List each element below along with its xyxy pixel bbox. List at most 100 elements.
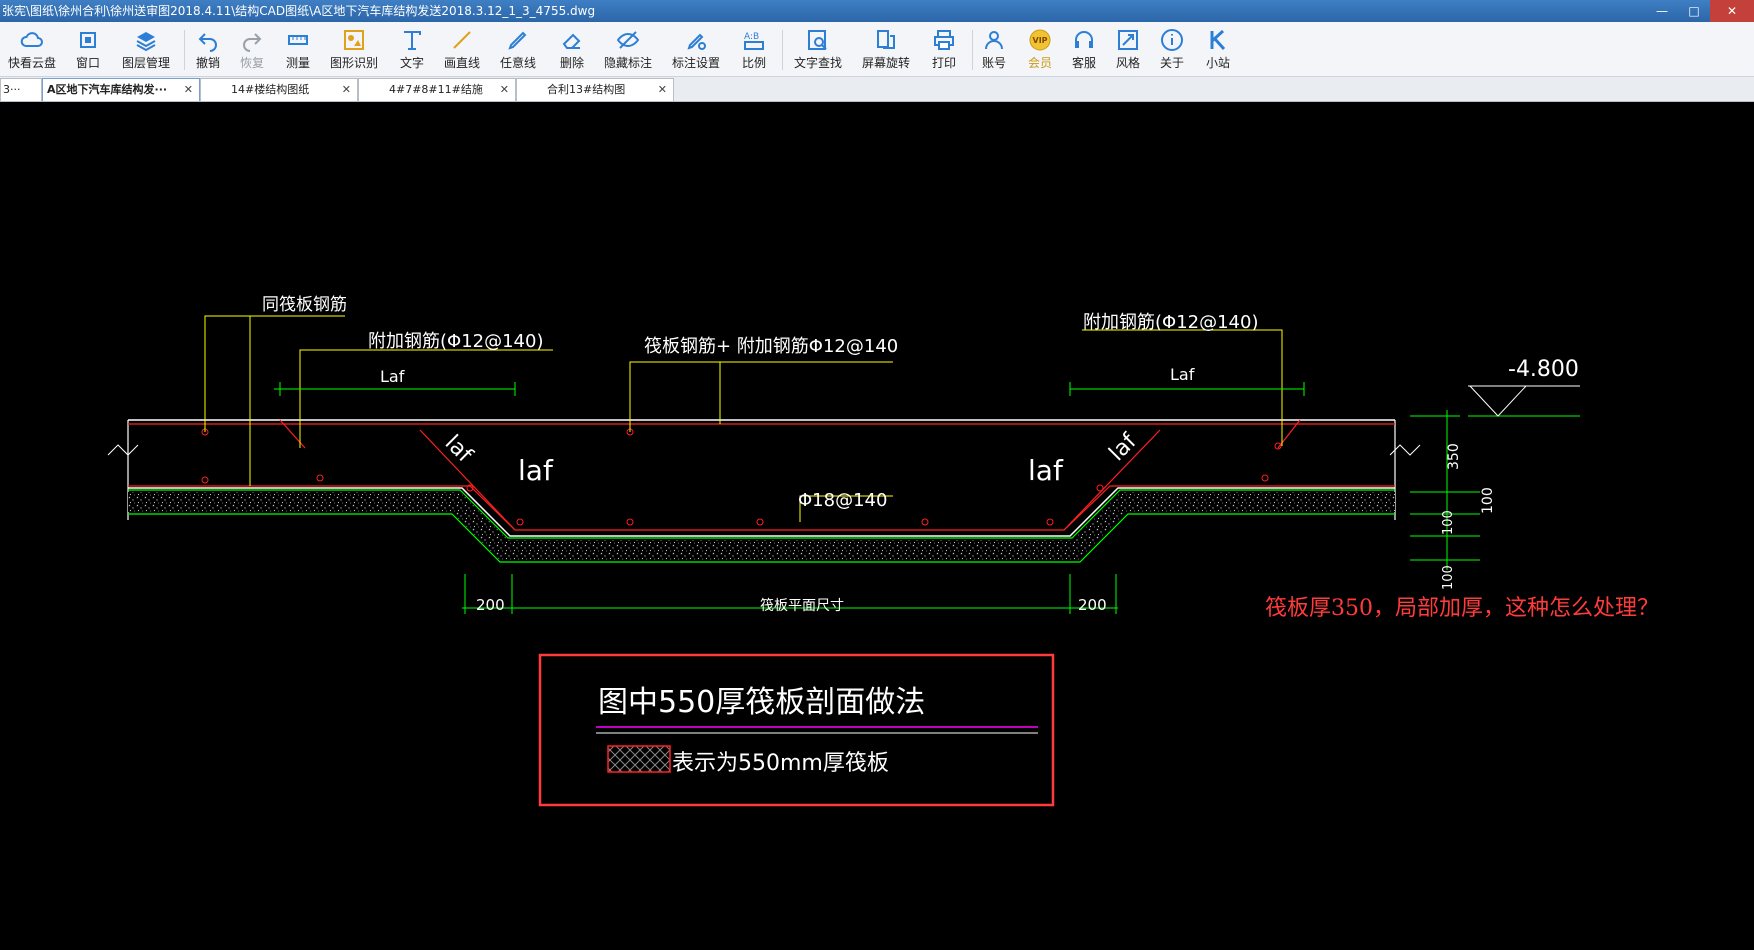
toolbar: 快看云盘 窗口 图层管理 撤销 恢复 测量 图形识别 文字 画直线 任意线 删除	[0, 22, 1754, 77]
dim-350: 350	[1446, 443, 1462, 470]
toolbar-label: 客服	[1071, 56, 1096, 70]
label-additional-rebar-right: 附加钢筋(Φ12@140)	[1083, 312, 1258, 333]
document-tab-active[interactable]: A区地下汽车库结构发··· ✕	[42, 78, 200, 101]
toolbar-label: 关于	[1159, 56, 1184, 70]
laf-label: Laf	[380, 367, 405, 386]
tab-close-icon[interactable]: ✕	[342, 79, 351, 101]
rotate-icon	[877, 30, 895, 49]
vip-button[interactable]: VIP 会员	[1022, 22, 1058, 76]
about-button[interactable]: 关于	[1154, 22, 1190, 76]
dim-raft-plan-size: 筏板平面尺寸	[760, 597, 844, 614]
text-search-button[interactable]: 文字查找	[790, 22, 846, 76]
layers-icon	[136, 32, 156, 52]
support-button[interactable]: 客服	[1066, 22, 1102, 76]
style-icon	[1118, 30, 1138, 50]
minimize-button[interactable]: —	[1646, 0, 1678, 22]
station-button[interactable]: 小站	[1200, 22, 1236, 76]
toolbar-label: 账号	[981, 56, 1006, 70]
style-button[interactable]: 风格	[1110, 22, 1146, 76]
undo-icon	[198, 33, 217, 52]
toolbar-label: 撤销	[195, 56, 220, 70]
undo-button[interactable]: 撤销	[190, 22, 226, 76]
line-icon	[453, 31, 471, 49]
printer-icon	[934, 30, 954, 50]
window-button[interactable]: 窗口	[66, 22, 110, 76]
label-bottom-rebar: Φ18@140	[798, 490, 887, 511]
question-annotation: 筏板厚350，局部加厚，这种怎么处理？	[1265, 596, 1659, 621]
document-tab-bar: 3··· A区地下汽车库结构发··· ✕ 14#楼结构图纸 ✕ 4#7#8#11…	[0, 77, 1754, 102]
hide-annotation-button[interactable]: 隐藏标注	[600, 22, 656, 76]
toolbar-label: 图形识别	[329, 56, 378, 70]
shape-recognize-icon	[344, 30, 364, 50]
toolbar-label: 会员	[1027, 56, 1052, 70]
toolbar-separator	[972, 30, 973, 70]
text-icon	[404, 31, 421, 50]
print-button[interactable]: 打印	[924, 22, 964, 76]
window-controls: — □ ✕	[1646, 0, 1754, 22]
dim-100: 100	[1441, 565, 1456, 590]
document-tab[interactable]: 14#楼结构图纸 ✕	[200, 78, 358, 101]
redo-icon	[243, 33, 262, 52]
text-search-icon	[808, 30, 827, 50]
close-button[interactable]: ✕	[1710, 0, 1754, 22]
shape-recognize-button[interactable]: 图形识别	[326, 22, 382, 76]
annotation-settings-icon	[687, 33, 706, 50]
cushion-layer-hatch	[128, 489, 1395, 563]
tab-close-icon[interactable]: ✕	[184, 79, 193, 101]
account-button[interactable]: 账号	[976, 22, 1012, 76]
freehand-line-button[interactable]: 任意线	[496, 22, 540, 76]
toolbar-label: 文字	[399, 56, 424, 70]
toolbar-label: 标注设置	[671, 56, 720, 70]
scale-icon: A:B	[744, 32, 764, 50]
toolbar-label: 图层管理	[121, 56, 170, 70]
tab-label: 4#7#8#11#结施	[389, 83, 483, 96]
cad-drawing-canvas[interactable]: 同筏板钢筋 附加钢筋(Φ12@140) 筏板钢筋+ 附加钢筋Φ12@140 附加…	[0, 102, 1754, 950]
eye-hide-icon	[616, 31, 640, 49]
text-button[interactable]: 文字	[392, 22, 432, 76]
laf-diagonal-label: laf	[1105, 428, 1143, 466]
scale-button[interactable]: A:B 比例	[734, 22, 774, 76]
user-icon	[985, 31, 1003, 50]
annotation-settings-button[interactable]: 标注设置	[668, 22, 724, 76]
vip-icon: VIP	[1029, 29, 1051, 51]
draw-line-button[interactable]: 画直线	[440, 22, 484, 76]
toolbar-label: 屏幕旋转	[861, 56, 910, 70]
title-bar: 张宪\图纸\徐州合利\徐州送审图2018.4.11\结构CAD图纸\A区地下汽车…	[0, 0, 1754, 22]
toolbar-label: 任意线	[499, 56, 536, 70]
layer-manager-button[interactable]: 图层管理	[118, 22, 174, 76]
raft-slab-outline	[107, 419, 1421, 537]
label-additional-rebar-left: 附加钢筋(Φ12@140)	[368, 331, 543, 352]
toolbar-label: 比例	[741, 56, 766, 70]
cloud-icon	[20, 32, 43, 47]
tab-close-icon[interactable]: ✕	[500, 79, 509, 101]
document-tab[interactable]: 合利13#结构图 ✕	[516, 78, 674, 101]
tab-label: 14#楼结构图纸	[231, 83, 310, 96]
label-same-rebar: 同筏板钢筋	[262, 295, 347, 315]
toolbar-separator	[782, 30, 783, 70]
elevation-marker	[1468, 385, 1580, 417]
dim-left-200: 200	[476, 596, 505, 614]
document-tab[interactable]: 3···	[0, 78, 42, 101]
dim-100: 100	[1441, 510, 1456, 535]
eraser-icon	[562, 33, 581, 49]
toolbar-label: 文字查找	[793, 56, 842, 70]
screen-rotate-button[interactable]: 屏幕旋转	[858, 22, 914, 76]
legend-box: 图中550厚筏板剖面做法 表示为550mm厚筏板	[538, 653, 1055, 807]
toolbar-label: 风格	[1115, 56, 1140, 70]
toolbar-label: 窗口	[75, 56, 100, 70]
laf-label-large: laf	[1028, 454, 1064, 487]
delete-button[interactable]: 删除	[552, 22, 592, 76]
laf-label: Laf	[1170, 365, 1195, 384]
toolbar-label: 删除	[559, 56, 584, 70]
maximize-button[interactable]: □	[1678, 0, 1710, 22]
info-icon	[1161, 29, 1183, 51]
redo-button[interactable]: 恢复	[234, 22, 270, 76]
toolbar-label: 打印	[931, 56, 956, 70]
svg-text:A:B: A:B	[744, 32, 759, 42]
toolbar-separator	[184, 30, 185, 70]
document-tab[interactable]: 4#7#8#11#结施 ✕	[358, 78, 516, 101]
measure-button[interactable]: 测量	[280, 22, 316, 76]
tab-close-icon[interactable]: ✕	[658, 79, 667, 101]
cloud-drive-button[interactable]: 快看云盘	[4, 22, 60, 76]
label-raft-rebar: 筏板钢筋+ 附加钢筋Φ12@140	[644, 336, 898, 357]
